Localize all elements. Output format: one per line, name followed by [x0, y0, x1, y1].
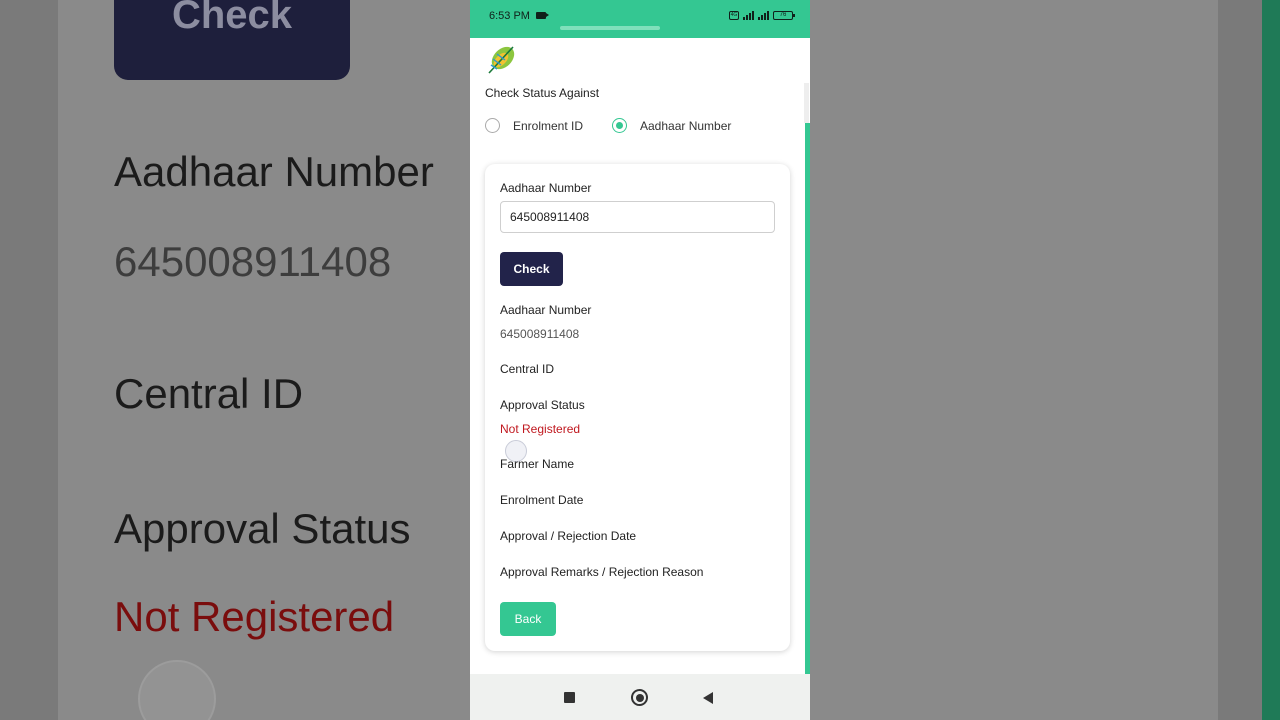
- blurred-approval-status-label: Approval Status: [114, 505, 411, 552]
- blurred-scrollbar: [1262, 0, 1280, 720]
- aadhaar-number-value: 645008911408: [500, 327, 580, 341]
- radio-label: Enrolment ID: [513, 118, 584, 133]
- radio-circle-selected[interactable]: [612, 118, 627, 133]
- blurred-approval-status-value: Not Registered: [114, 593, 395, 640]
- blurred-central-id-label: Central ID: [114, 370, 304, 417]
- status-bar: 6:53 PM 4G 76: [470, 0, 810, 38]
- central-id-label: Central ID: [500, 362, 555, 376]
- radio-enrolment-id[interactable]: Enrolment ID: [485, 118, 583, 133]
- battery-icon: 76: [773, 10, 795, 20]
- notch-indicator: [560, 26, 660, 30]
- remarks-label: Approval Remarks / Rejection Reason: [500, 565, 704, 579]
- signal-icon-2: [758, 10, 769, 20]
- square-icon[interactable]: [564, 692, 575, 703]
- signal-icon: [743, 10, 754, 20]
- leaf-logo-icon: [488, 46, 515, 74]
- approval-status-label: Approval Status: [500, 398, 585, 412]
- input-label: Aadhaar Number: [500, 181, 592, 195]
- status-time: 6:53 PM: [489, 10, 530, 22]
- scrollbar[interactable]: [805, 123, 810, 674]
- approval-status-value: Not Registered: [500, 422, 581, 436]
- blurred-check-button: Check: [114, 0, 350, 80]
- check-button[interactable]: Check: [500, 252, 563, 286]
- network-badge-icon: 4G: [729, 10, 739, 20]
- enrolment-date-label: Enrolment Date: [500, 493, 584, 507]
- radio-circle[interactable]: [485, 118, 500, 133]
- blurred-aadhaar-value: 645008911408: [114, 238, 392, 285]
- triangle-back-icon[interactable]: [703, 692, 713, 704]
- scroll-track: [804, 83, 809, 123]
- status-card: Aadhaar Number Check Aadhaar Number 6450…: [485, 164, 790, 651]
- farmer-name-label: Farmer Name: [500, 457, 575, 471]
- video-record-icon: [536, 12, 549, 19]
- phone-screen: 6:53 PM 4G 76 Check Status Against Enrol…: [470, 0, 810, 720]
- aadhaar-input[interactable]: [500, 201, 775, 233]
- status-icons: 4G 76: [729, 10, 795, 20]
- aadhaar-number-label: Aadhaar Number: [500, 303, 592, 317]
- circle-icon[interactable]: [631, 689, 648, 706]
- section-title: Check Status Against: [485, 86, 600, 100]
- radio-aadhaar-number[interactable]: Aadhaar Number: [612, 118, 731, 133]
- app-content: Check Status Against Enrolment ID Aadhaa…: [470, 38, 810, 674]
- approval-date-label: Approval / Rejection Date: [500, 529, 637, 543]
- radio-label: Aadhaar Number: [640, 118, 732, 133]
- android-nav-bar: [470, 674, 810, 720]
- blurred-aadhaar-label: Aadhaar Number: [114, 148, 434, 195]
- back-button[interactable]: Back: [500, 602, 556, 636]
